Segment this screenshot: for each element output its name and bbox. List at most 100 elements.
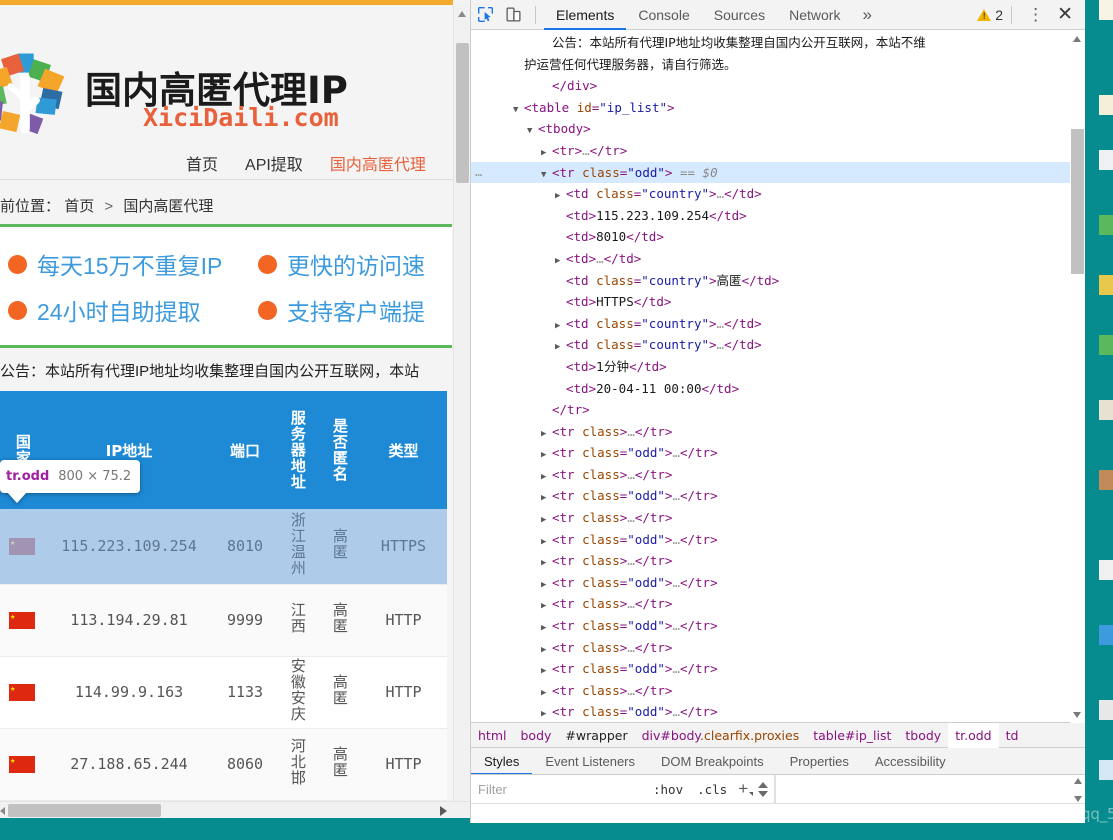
styles-filter-input[interactable]: [471, 775, 646, 803]
dom-tree-line[interactable]: <td>20-04-11 00:00</td>: [471, 378, 1085, 400]
spinner-up-icon[interactable]: [758, 781, 769, 788]
dom-tree-line[interactable]: <tr class>…</tr>: [471, 680, 1085, 702]
scrollbar-thumb[interactable]: [1071, 129, 1084, 274]
dom-tree-line[interactable]: <tr class="odd">…</tr>: [471, 572, 1085, 594]
scroll-right-arrow-icon[interactable]: [440, 806, 447, 816]
dom-token: >: [709, 337, 717, 353]
dom-tree-line[interactable]: <td>115.223.109.254</td>: [471, 205, 1085, 227]
close-icon[interactable]: ✕: [1051, 5, 1079, 24]
breadcrumb-item[interactable]: #wrapper: [558, 723, 634, 748]
hov-toggle-button[interactable]: :hov: [646, 782, 690, 797]
computed-spinner[interactable]: [752, 781, 774, 797]
breadcrumb-item[interactable]: table#ip_list: [806, 723, 898, 748]
desktop-icon: [1099, 150, 1113, 170]
dom-line-badge-icon[interactable]: …: [475, 162, 483, 184]
sidebar-tab-properties[interactable]: Properties: [777, 748, 862, 775]
dom-tree-line[interactable]: <tr class="odd">…</tr>: [471, 701, 1085, 722]
twisty-closed-icon[interactable]: [541, 704, 552, 722]
warning-badge[interactable]: 2: [977, 7, 1003, 23]
scroll-down-arrow-icon[interactable]: [1074, 795, 1082, 802]
dom-tree-line[interactable]: 护运营任何代理服务器，请自行筛选。: [471, 54, 1085, 76]
scroll-up-arrow-icon[interactable]: [1074, 777, 1082, 784]
devtools-menu-icon[interactable]: ⋮: [1020, 6, 1051, 23]
dom-tree-line[interactable]: <tr class>…</tr>: [471, 421, 1085, 443]
scroll-up-arrow-icon[interactable]: [458, 11, 466, 17]
breadcrumb-item[interactable]: html: [471, 723, 513, 748]
dom-tree-line[interactable]: <tr class>…</tr>: [471, 464, 1085, 486]
sidebar-tab-styles[interactable]: Styles: [471, 748, 533, 775]
breadcrumb-item[interactable]: body: [513, 723, 558, 748]
th-port[interactable]: 端口: [214, 391, 276, 509]
dom-tree-line[interactable]: <tr class>…</tr>: [471, 550, 1085, 572]
tab-elements[interactable]: Elements: [544, 0, 627, 30]
dom-tree-line[interactable]: <tr class="odd">…</tr>: [471, 658, 1085, 680]
inspect-element-icon[interactable]: [471, 1, 499, 29]
dom-tree-line[interactable]: <tr class="odd">…</tr>: [471, 485, 1085, 507]
table-row[interactable]: 113.194.29.819999 江西高匿 HTTP: [0, 584, 447, 657]
cell-anonymity: 高匿: [318, 584, 360, 657]
scrollbar-thumb[interactable]: [8, 804, 161, 817]
dom-tree[interactable]: 公告：本站所有代理IP地址均收集整理自国内公开互联网，本站不维护运营任何代理服务…: [471, 30, 1085, 722]
breadcrumb-item[interactable]: td: [999, 723, 1026, 748]
new-style-rule-button[interactable]: +: [734, 779, 754, 799]
dom-tree-line[interactable]: <td class="country">…</td>: [471, 183, 1085, 205]
dom-tree-line[interactable]: <td class="country">…</td>: [471, 334, 1085, 356]
tab-network[interactable]: Network: [777, 0, 852, 30]
nav-link-1[interactable]: API提取: [245, 151, 303, 175]
dom-token: 公告：本站所有代理IP地址均收集整理自国内公开互联网，本站不维: [552, 35, 926, 50]
dom-tree-line[interactable]: <tr class>…</tr>: [471, 637, 1085, 659]
dom-tree-line[interactable]: </div>: [471, 75, 1085, 97]
dom-tree-line[interactable]: <tr>…</tr>: [471, 140, 1085, 162]
dom-tree-line[interactable]: <tr class>…</tr>: [471, 507, 1085, 529]
dom-tree-line[interactable]: <td>…</td>: [471, 248, 1085, 270]
th-location[interactable]: 服务器地址: [276, 391, 318, 509]
breadcrumb-item[interactable]: div#body.clearfix.proxies: [635, 723, 807, 748]
dom-tree-line[interactable]: <tr class="odd">…</tr>: [471, 442, 1085, 464]
breadcrumb-tag: div#body: [641, 727, 701, 743]
dom-tree-line[interactable]: <td>8010</td>: [471, 226, 1085, 248]
nav-link-0[interactable]: 首页: [186, 151, 218, 175]
dom-tree-line[interactable]: <tbody>: [471, 118, 1085, 140]
dom-tree-line[interactable]: <table id="ip_list">: [471, 97, 1085, 119]
breadcrumb-item[interactable]: tr.odd: [948, 722, 999, 748]
dom-tree-line[interactable]: 公告：本站所有代理IP地址均收集整理自国内公开互联网，本站不维: [471, 32, 1085, 54]
scroll-up-arrow-icon[interactable]: [1073, 36, 1081, 42]
sidebar-tab-event-listeners[interactable]: Event Listeners: [532, 748, 648, 775]
th-anonymity[interactable]: 是否匿名: [318, 391, 360, 509]
dom-tree-line[interactable]: <tr class>…</tr>: [471, 593, 1085, 615]
more-tabs-icon[interactable]: »: [852, 0, 881, 30]
sidebar-tab-accessibility[interactable]: Accessibility: [862, 748, 959, 775]
tab-sources[interactable]: Sources: [702, 0, 777, 30]
dom-token: …: [672, 661, 680, 677]
scroll-down-arrow-icon[interactable]: [1073, 712, 1081, 718]
device-toolbar-icon[interactable]: [499, 1, 527, 29]
table-row[interactable]: 115.223.109.2548010 浙江温州 高匿 HTTPS: [0, 509, 447, 585]
sidebar-tab-dom-breakpoints[interactable]: DOM Breakpoints: [648, 748, 777, 775]
cell-anonymity: 高匿: [318, 656, 360, 729]
tab-console[interactable]: Console: [626, 0, 701, 30]
dom-token: </td>: [626, 229, 664, 245]
spinner-down-icon[interactable]: [758, 790, 769, 797]
nav-link-2[interactable]: 国内高匿代理: [330, 151, 426, 175]
page-horizontal-scrollbar[interactable]: [0, 801, 470, 818]
breadcrumb-item[interactable]: tbody: [898, 723, 948, 748]
dom-tree-line[interactable]: <td>HTTPS</td>: [471, 291, 1085, 313]
table-row[interactable]: 27.188.65.2448060 河北邯 高匿 HTTP: [0, 728, 447, 801]
dom-tree-line[interactable]: <td class="country">…</td>: [471, 313, 1085, 335]
desktop-icon: [1099, 700, 1113, 720]
dom-tree-line[interactable]: <td class="country">高匿</td>: [471, 270, 1085, 292]
dom-tree-line[interactable]: <td>1分钟</td>: [471, 356, 1085, 378]
dom-tree-line[interactable]: <tr class="odd">…</tr>: [471, 529, 1085, 551]
scroll-left-arrow-icon[interactable]: [0, 807, 5, 815]
dom-token: 护运营任何代理服务器，请自行筛选。: [524, 56, 737, 72]
scrollbar-thumb[interactable]: [456, 43, 469, 183]
th-type[interactable]: 类型: [360, 391, 447, 509]
table-row[interactable]: 114.99.9.1631133 安徽安庆 高匿 HTTP: [0, 656, 447, 729]
breadcrumb-home[interactable]: 首页: [64, 198, 94, 215]
cls-toggle-button[interactable]: .cls: [690, 782, 734, 797]
dom-tree-line[interactable]: </tr>: [471, 399, 1085, 421]
dom-tree-line[interactable]: <tr class="odd">…</tr>: [471, 615, 1085, 637]
page-vertical-scrollbar[interactable]: [453, 5, 470, 801]
dom-tree-scrollbar[interactable]: [1070, 31, 1085, 723]
dom-tree-line[interactable]: …<tr class="odd"> == $0: [471, 161, 1085, 184]
